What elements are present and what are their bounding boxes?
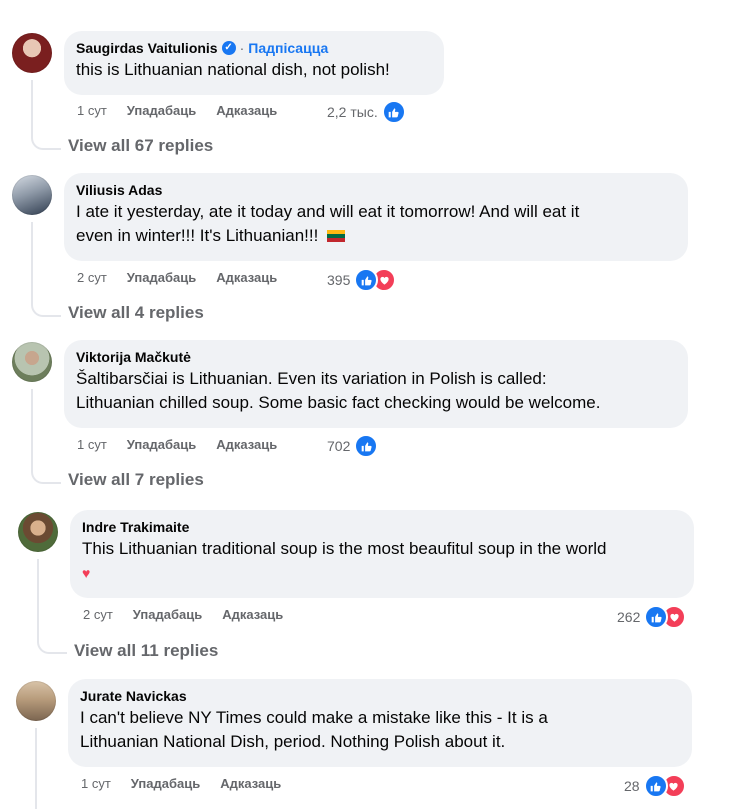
thread-line	[35, 728, 37, 809]
comment-text-line: even in winter!!! It's Lithuanian!!!	[76, 226, 319, 245]
comment-text-line: This Lithuanian traditional soup is the …	[82, 539, 607, 558]
comment-actions: 1 сут Упадабаць Адказаць	[81, 776, 301, 791]
thread-line	[31, 80, 33, 135]
thread-curve	[31, 132, 61, 150]
comment-text-line-2: even in winter!!! It's Lithuanian!!!	[76, 224, 676, 247]
comment-author[interactable]: Indre Trakimaite	[82, 518, 189, 536]
avatar[interactable]	[16, 681, 56, 721]
reply-button[interactable]: Адказаць	[216, 270, 277, 285]
reaction-summary[interactable]: 28	[624, 774, 686, 798]
view-replies-button[interactable]: View all 7 replies	[68, 470, 204, 490]
like-button[interactable]: Упадабаць	[133, 607, 202, 622]
reply-button[interactable]: Адказаць	[216, 437, 277, 452]
separator-dot: ·	[239, 40, 245, 56]
verified-badge-icon: ✓	[221, 41, 236, 55]
comment-bubble: Indre Trakimaite This Lithuanian traditi…	[70, 510, 694, 598]
thread-curve	[37, 636, 67, 654]
reaction-count: 702	[327, 438, 351, 454]
comment-actions: 1 сут Упадабаць Адказаць	[77, 103, 297, 118]
like-reaction-icon	[643, 774, 668, 798]
reaction-count: 28	[624, 778, 640, 794]
reaction-count: 2,2 тыс.	[327, 104, 378, 120]
heart-emoji-icon: ♥	[82, 565, 91, 581]
reply-button[interactable]: Адказаць	[220, 776, 281, 791]
thread-line	[31, 222, 33, 302]
comment-text-line: I ate it yesterday, ate it today and wil…	[76, 202, 580, 221]
lithuania-flag-icon	[327, 230, 346, 242]
like-button[interactable]: Упадабаць	[127, 437, 196, 452]
thread-line	[31, 389, 33, 469]
reaction-summary[interactable]: 2,2 тыс.	[327, 100, 406, 124]
reply-button[interactable]: Адказаць	[216, 103, 277, 118]
comment-bubble: Jurate Navickas I can't believe NY Times…	[68, 679, 692, 767]
reaction-count: 395	[327, 272, 351, 288]
comment-timestamp[interactable]: 1 сут	[81, 776, 111, 791]
like-button[interactable]: Упадабаць	[127, 270, 196, 285]
avatar[interactable]	[12, 175, 52, 215]
comment-bubble: Saugirdas Vaitulionis ✓ · Падпісацца thi…	[64, 31, 444, 95]
comment-author[interactable]: Viliusis Adas	[76, 181, 162, 199]
comment-author[interactable]: Viktorija Mačkutė	[76, 348, 191, 366]
thread-line	[37, 559, 39, 639]
avatar[interactable]	[18, 512, 58, 552]
reaction-count: 262	[617, 609, 641, 625]
avatar[interactable]	[12, 33, 52, 73]
like-reaction-icon	[381, 100, 406, 124]
thread-curve	[31, 466, 61, 484]
follow-button[interactable]: Падпісацца	[248, 39, 328, 57]
view-replies-button[interactable]: View all 11 replies	[74, 641, 218, 661]
comment-bubble: Viktorija Mačkutė Šaltibarsčiai is Lithu…	[64, 340, 688, 428]
comment-timestamp[interactable]: 1 сут	[77, 437, 107, 452]
comment-text: this is Lithuanian national dish, not po…	[76, 60, 390, 79]
comment-text-line: Lithuanian chilled soup. Some basic fact…	[76, 393, 601, 412]
view-replies-button[interactable]: View all 67 replies	[68, 136, 213, 156]
comment-author[interactable]: Saugirdas Vaitulionis	[76, 39, 218, 57]
reaction-summary[interactable]: 262	[617, 605, 687, 629]
like-reaction-icon	[354, 434, 379, 458]
comment-timestamp[interactable]: 2 сут	[83, 607, 113, 622]
comment-actions: 1 сут Упадабаць Адказаць	[77, 437, 297, 452]
comment-bubble: Viliusis Adas I ate it yesterday, ate it…	[64, 173, 688, 261]
comment-text-line: Lithuanian National Dish, period. Nothin…	[80, 732, 506, 751]
comment-actions: 2 сут Упадабаць Адказаць	[83, 607, 303, 622]
comment-text-line: I can't believe NY Times could make a mi…	[80, 708, 548, 727]
view-replies-button[interactable]: View all 4 replies	[68, 303, 204, 323]
reaction-summary[interactable]: 395	[327, 268, 397, 292]
comment-timestamp[interactable]: 2 сут	[77, 270, 107, 285]
comment-text-line: Šaltibarsčiai is Lithuanian. Even its va…	[76, 369, 547, 388]
comment-actions: 2 сут Упадабаць Адказаць	[77, 270, 297, 285]
like-button[interactable]: Упадабаць	[127, 103, 196, 118]
reply-button[interactable]: Адказаць	[222, 607, 283, 622]
comment-text-line-2: ♥	[82, 561, 682, 585]
avatar[interactable]	[12, 342, 52, 382]
comment-author[interactable]: Jurate Navickas	[80, 687, 187, 705]
comment-timestamp[interactable]: 1 сут	[77, 103, 107, 118]
thread-curve	[31, 299, 61, 317]
like-button[interactable]: Упадабаць	[131, 776, 200, 791]
reaction-summary[interactable]: 702	[327, 434, 379, 458]
